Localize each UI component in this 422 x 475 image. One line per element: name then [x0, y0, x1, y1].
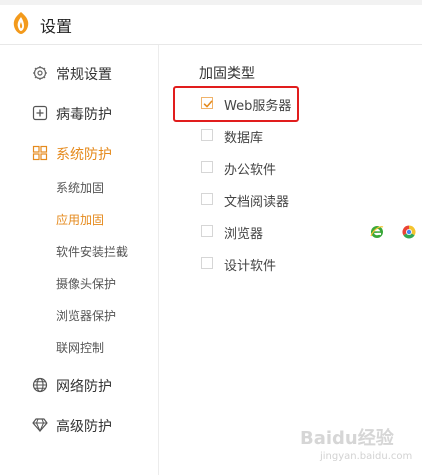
checkbox[interactable] — [201, 193, 213, 205]
checkbox[interactable] — [201, 225, 213, 237]
sidebar-item-general[interactable]: 常规设置 — [0, 57, 158, 89]
title-bar: 设置 — [0, 0, 422, 44]
sub-item-install-blocking[interactable]: 软件安装拦截 — [0, 238, 158, 264]
sub-item-label: 浏览器保护 — [56, 309, 117, 323]
sub-item-label: 应用加固 — [56, 213, 105, 227]
ie-icon — [370, 226, 384, 238]
option-label: 文档阅读器 — [224, 195, 290, 210]
window-title: 设置 — [40, 17, 73, 36]
globe-icon — [32, 377, 48, 393]
top-strip — [0, 0, 422, 5]
checkbox[interactable] — [201, 129, 213, 141]
sidebar-item-virus-protection[interactable]: 病毒防护 — [0, 97, 158, 129]
plus-square-icon — [32, 105, 48, 121]
diamond-icon — [32, 418, 48, 433]
sub-item-app-hardening[interactable]: 应用加固 — [0, 206, 158, 232]
chrome-icon — [402, 225, 416, 239]
checkbox[interactable] — [201, 161, 213, 173]
sidebar-divider — [158, 45, 159, 475]
sub-item-label: 联网控制 — [56, 341, 105, 355]
sub-item-camera-protection[interactable]: 摄像头保护 — [0, 270, 158, 296]
sidebar-item-label: 系统防护 — [56, 147, 112, 163]
option-database[interactable]: 数据库 — [199, 125, 399, 147]
sidebar-item-advanced-protection[interactable]: 高级防护 — [0, 409, 158, 441]
sub-item-network-control[interactable]: 联网控制 — [0, 334, 158, 360]
sub-item-system-hardening[interactable]: 系统加固 — [0, 174, 158, 200]
sidebar-item-network-protection[interactable]: 网络防护 — [0, 369, 158, 401]
option-office-software[interactable]: 办公软件 — [199, 157, 399, 179]
watermark: Baidu经验 — [300, 428, 394, 449]
sub-item-label: 系统加固 — [56, 181, 105, 195]
option-label: 设计软件 — [224, 259, 277, 274]
sidebar-item-label: 常规设置 — [56, 67, 112, 83]
sidebar-item-label: 高级防护 — [56, 419, 112, 435]
option-label: 浏览器 — [224, 227, 264, 242]
option-label: 办公软件 — [224, 163, 277, 178]
grid-icon — [32, 145, 48, 161]
sidebar-item-label: 病毒防护 — [56, 107, 112, 123]
checkbox[interactable] — [201, 257, 213, 269]
sub-item-label: 摄像头保护 — [56, 277, 117, 291]
highlight-box — [173, 86, 299, 122]
option-document-reader[interactable]: 文档阅读器 — [199, 189, 399, 211]
gear-icon — [33, 66, 47, 80]
sub-item-label: 软件安装拦截 — [56, 245, 129, 259]
watermark-url: jingyan.baidu.com — [320, 451, 413, 462]
option-label: 数据库 — [224, 131, 264, 146]
app-logo-icon — [13, 12, 29, 34]
section-title: 加固类型 — [199, 66, 255, 82]
sidebar-item-label: 网络防护 — [56, 379, 112, 395]
option-design-software[interactable]: 设计软件 — [199, 253, 399, 275]
sidebar-item-system-protection[interactable]: 系统防护 — [0, 137, 158, 169]
sub-item-browser-protection[interactable]: 浏览器保护 — [0, 302, 158, 328]
